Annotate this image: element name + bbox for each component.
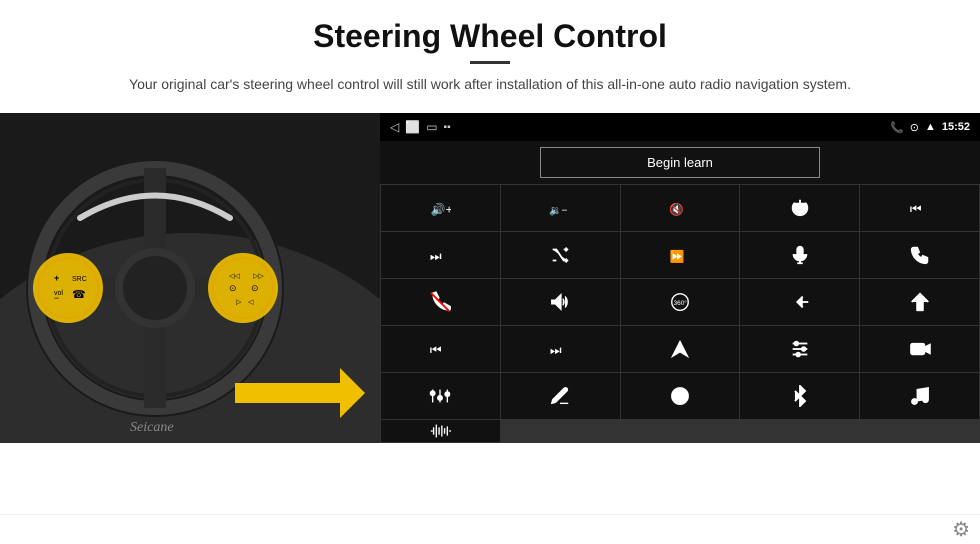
mixer-button[interactable] (381, 373, 500, 419)
steering-wheel-image: + vol SRC − ☎ ◁◁ ▷▷ ⊙ ⊙ ▷ ◁ Seicane (0, 113, 380, 443)
vol-down-button[interactable]: 🔉− (501, 185, 620, 231)
360-button[interactable]: 360° (621, 279, 740, 325)
svg-text:▷: ▷ (236, 299, 242, 306)
status-bar: ◁ ⬜ ▭ ▪▪ 📞 ⊙ ▲ 15:52 (380, 113, 980, 141)
vol-up-button[interactable]: 🔊+ (381, 185, 500, 231)
prev-track-button[interactable]: ⏮ (860, 185, 979, 231)
page-wrapper: Steering Wheel Control Your original car… (0, 0, 980, 544)
controls-grid: 🔊+ 🔉− 🔇 ⏮ ⏭ (380, 184, 980, 443)
power-button[interactable] (740, 185, 859, 231)
wifi-icon: ▲ (925, 121, 936, 133)
title-divider (470, 61, 510, 64)
control-panel: ◁ ⬜ ▭ ▪▪ 📞 ⊙ ▲ 15:52 Begin learn (380, 113, 980, 443)
next-button[interactable]: ⏭ (381, 232, 500, 278)
svg-text:◁: ◁ (248, 299, 254, 306)
svg-text:⏩: ⏩ (670, 250, 685, 264)
svg-text:🔉−: 🔉− (549, 206, 568, 217)
music-button[interactable] (860, 373, 979, 419)
svg-text:−: − (54, 293, 59, 303)
svg-text:☎: ☎ (72, 289, 86, 301)
pen-button[interactable] (501, 373, 620, 419)
svg-text:⏭: ⏭ (550, 343, 562, 358)
begin-learn-button[interactable]: Begin learn (540, 147, 820, 178)
svg-text:⊙: ⊙ (251, 283, 259, 293)
begin-learn-row: Begin learn (380, 141, 980, 184)
svg-text:⊙: ⊙ (229, 283, 237, 293)
dashcam-button[interactable] (860, 326, 979, 372)
svg-text:⏭: ⏭ (430, 249, 442, 264)
skip-fwd-button[interactable]: ⏭ (501, 326, 620, 372)
end-call-button[interactable] (381, 279, 500, 325)
svg-text:🔊+: 🔊+ (431, 202, 451, 217)
call-button[interactable] (860, 232, 979, 278)
back-button[interactable] (740, 279, 859, 325)
back-nav-icon[interactable]: ◁ (390, 120, 399, 134)
mute-button[interactable]: 🔇 (621, 185, 740, 231)
svg-text:⏮: ⏮ (910, 202, 922, 217)
svg-text:🔇: 🔇 (669, 203, 684, 217)
subtitle: Your original car's steering wheel contr… (100, 74, 880, 95)
svg-text:◁◁: ◁◁ (229, 273, 240, 280)
status-right: 📞 ⊙ ▲ 15:52 (890, 121, 970, 134)
recent-nav-icon[interactable]: ▭ (426, 120, 437, 134)
location-icon: ⊙ (910, 121, 919, 134)
skip-back-button[interactable]: ⏮ (381, 326, 500, 372)
bluetooth-button[interactable] (740, 373, 859, 419)
page-title: Steering Wheel Control (60, 18, 920, 55)
svg-text:360°: 360° (674, 299, 688, 307)
settings-gear-button[interactable]: ⚙ (952, 517, 970, 542)
status-left: ◁ ⬜ ▭ ▪▪ (390, 120, 451, 134)
dial-button[interactable] (621, 373, 740, 419)
svg-text:+: + (54, 273, 59, 283)
fast-forward-button[interactable]: ⏩ (621, 232, 740, 278)
svg-text:⏮: ⏮ (430, 343, 442, 358)
content-area: + vol SRC − ☎ ◁◁ ▷▷ ⊙ ⊙ ▷ ◁ Seicane (0, 113, 980, 514)
microphone-button[interactable] (740, 232, 859, 278)
time-display: 15:52 (942, 121, 970, 133)
svg-text:▷▷: ▷▷ (253, 273, 264, 280)
horn-button[interactable] (501, 279, 620, 325)
navigation-button[interactable] (621, 326, 740, 372)
home-nav-icon[interactable]: ⬜ (405, 120, 420, 134)
equalizer-button[interactable] (740, 326, 859, 372)
home-button[interactable] (860, 279, 979, 325)
phone-icon: 📞 (890, 121, 904, 134)
header-section: Steering Wheel Control Your original car… (0, 0, 980, 105)
waveform-button[interactable] (381, 420, 500, 442)
signal-icon: ▪▪ (444, 122, 451, 133)
shuffle-button[interactable] (501, 232, 620, 278)
bottom-bar: ⚙ (0, 514, 980, 544)
seicane-watermark: Seicane (130, 420, 174, 435)
svg-text:SRC: SRC (72, 276, 87, 283)
